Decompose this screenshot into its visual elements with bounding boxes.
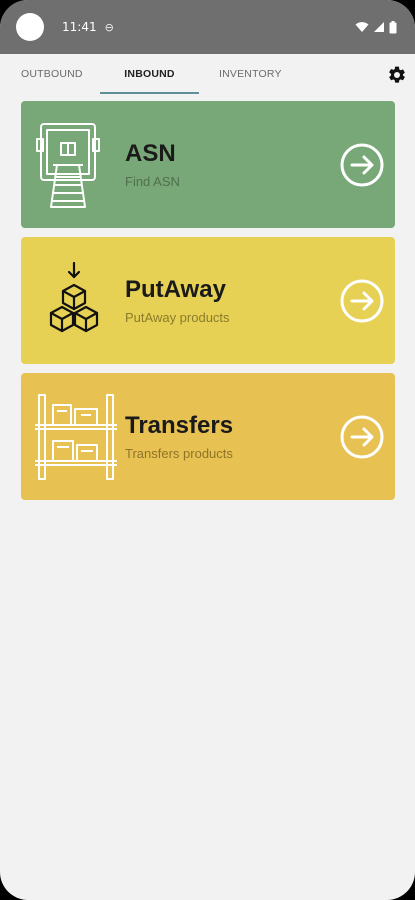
card-title: PutAway	[125, 276, 226, 304]
menu-cards: ASN Find ASN PutAway PutAway products Tr…	[0, 94, 415, 500]
sim-card-icon: ⊖	[104, 20, 114, 34]
tab-inventory[interactable]: INVENTORY	[219, 54, 282, 94]
status-bar: 11:41 ⊖	[0, 0, 415, 54]
wifi-icon	[355, 22, 369, 32]
card-title: Transfers	[125, 412, 234, 440]
card-title: ASN	[125, 140, 176, 168]
tab-inbound[interactable]: INBOUND	[100, 54, 199, 94]
status-time: 11:41	[62, 20, 97, 34]
tab-outbound[interactable]: OUTBOUND	[21, 54, 83, 94]
card-asn[interactable]: ASN Find ASN	[21, 101, 395, 228]
card-transfers[interactable]: Transfers Transfers products	[21, 373, 395, 500]
signal-icon	[374, 22, 384, 32]
card-subtitle: Transfers products	[125, 445, 233, 461]
card-text: ASN Find ASN	[125, 101, 180, 228]
card-putaway[interactable]: PutAway PutAway products	[21, 237, 395, 364]
stacked-boxes-icon	[49, 261, 99, 332]
card-text: Transfers Transfers products	[125, 373, 233, 500]
camera-cutout	[16, 13, 44, 41]
card-subtitle: Find ASN	[125, 173, 180, 189]
warehouse-shelves-icon	[35, 393, 117, 480]
card-subtitle: PutAway products	[125, 309, 230, 325]
gear-icon[interactable]	[387, 65, 407, 85]
card-text: PutAway PutAway products	[125, 237, 230, 364]
system-icons	[355, 20, 397, 34]
app-screen: 11:41 ⊖ OUTBOUND INBOUND INVENTORY ASN F…	[0, 0, 415, 900]
tab-bar: OUTBOUND INBOUND INVENTORY	[0, 54, 415, 94]
arrow-right-icon[interactable]	[340, 143, 384, 187]
truck-unloading-icon	[36, 122, 100, 208]
battery-icon	[389, 20, 397, 33]
arrow-right-icon[interactable]	[340, 415, 384, 459]
arrow-right-icon[interactable]	[340, 279, 384, 323]
